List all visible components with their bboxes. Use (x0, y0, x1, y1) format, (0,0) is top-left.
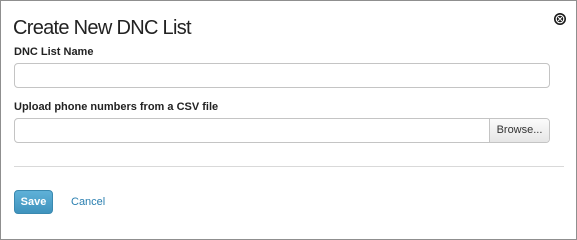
dnc-list-name-label: DNC List Name (14, 46, 94, 58)
close-icon[interactable] (554, 12, 566, 25)
upload-csv-label: Upload phone numbers from a CSV file (14, 101, 219, 113)
dnc-list-name-input[interactable] (14, 63, 550, 88)
csv-file-path-field[interactable] (15, 119, 490, 142)
save-button[interactable]: Save (14, 190, 53, 214)
dialog-title: Create New DNC List (13, 17, 192, 39)
divider (14, 166, 564, 167)
cancel-link[interactable]: Cancel (71, 195, 105, 209)
create-dnc-list-dialog: Create New DNC List DNC List Name Upload… (0, 0, 577, 240)
csv-file-picker: Browse... (14, 118, 550, 143)
browse-button[interactable]: Browse... (489, 119, 549, 142)
